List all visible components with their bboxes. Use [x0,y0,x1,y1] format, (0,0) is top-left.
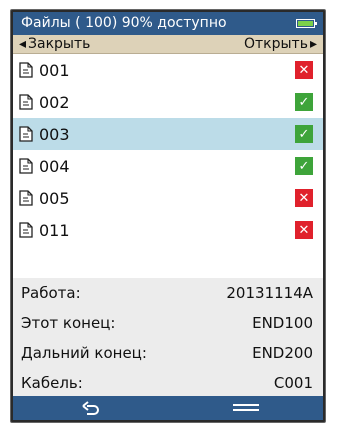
file-icon [19,62,33,78]
ok-status-icon: ✓ [295,125,313,143]
detail-row-cable: Кабель: C001 [13,368,323,398]
ok-status-icon: ✓ [295,157,313,175]
menu-icon [232,404,259,411]
file-row-003[interactable]: 003 ✓ [13,118,323,150]
detail-label: Кабель: [21,374,83,392]
file-name: 001 [39,60,70,80]
back-button[interactable] [13,396,168,420]
detail-row-near-end: Этот конец: END100 [13,308,323,338]
screen: Файлы ( 100) 90% доступно ◂ Закрыть Откр… [13,12,323,420]
open-label: Открыть [243,35,308,52]
detail-value: 20131114A [226,284,313,302]
device-frame: Файлы ( 100) 90% доступно ◂ Закрыть Откр… [10,9,326,423]
file-name: 011 [39,220,70,240]
back-arrow-icon [81,401,99,415]
ok-status-icon: ✓ [295,93,313,111]
error-status-icon: ✕ [295,221,313,239]
detail-label: Этот конец: [21,314,116,332]
detail-label: Дальний конец: [21,344,147,362]
file-row-011[interactable]: 011 ✕ [13,214,323,246]
close-label: Закрыть [28,35,91,52]
file-list: 001 ✕ 002 ✓ 003 ✓ 004 ✓ 005 ✕ 011 ✕ [13,54,323,246]
file-details-panel: Работа: 20131114A Этот конец: END100 Дал… [13,278,323,398]
file-icon [19,222,33,238]
bottom-bar [13,396,323,420]
softkey-bar: ◂ Закрыть Открыть ▸ [13,35,323,54]
file-icon [19,158,33,174]
file-row-002[interactable]: 002 ✓ [13,86,323,118]
file-name: 002 [39,92,70,112]
detail-row-job: Работа: 20131114A [13,278,323,308]
left-arrow-icon: ◂ [19,35,27,52]
error-status-icon: ✕ [295,61,313,79]
battery-icon [296,19,317,28]
file-icon [19,190,33,206]
detail-value: C001 [273,374,313,392]
file-name: 004 [39,156,70,176]
detail-value: END200 [252,344,313,362]
open-softkey[interactable]: Открыть ▸ [244,35,317,54]
file-icon [19,94,33,110]
file-icon [19,126,33,142]
menu-button[interactable] [168,396,323,420]
title-bar: Файлы ( 100) 90% доступно [13,12,323,35]
file-row-005[interactable]: 005 ✕ [13,182,323,214]
detail-label: Работа: [21,284,81,302]
error-status-icon: ✕ [295,189,313,207]
detail-value: END100 [252,314,313,332]
file-name: 003 [39,124,70,144]
file-row-004[interactable]: 004 ✓ [13,150,323,182]
detail-row-far-end: Дальний конец: END200 [13,338,323,368]
right-arrow-icon: ▸ [309,35,317,52]
file-row-001[interactable]: 001 ✕ [13,54,323,86]
file-name: 005 [39,188,70,208]
close-softkey[interactable]: ◂ Закрыть [19,35,90,54]
title-text: Файлы ( 100) 90% доступно [21,15,227,31]
